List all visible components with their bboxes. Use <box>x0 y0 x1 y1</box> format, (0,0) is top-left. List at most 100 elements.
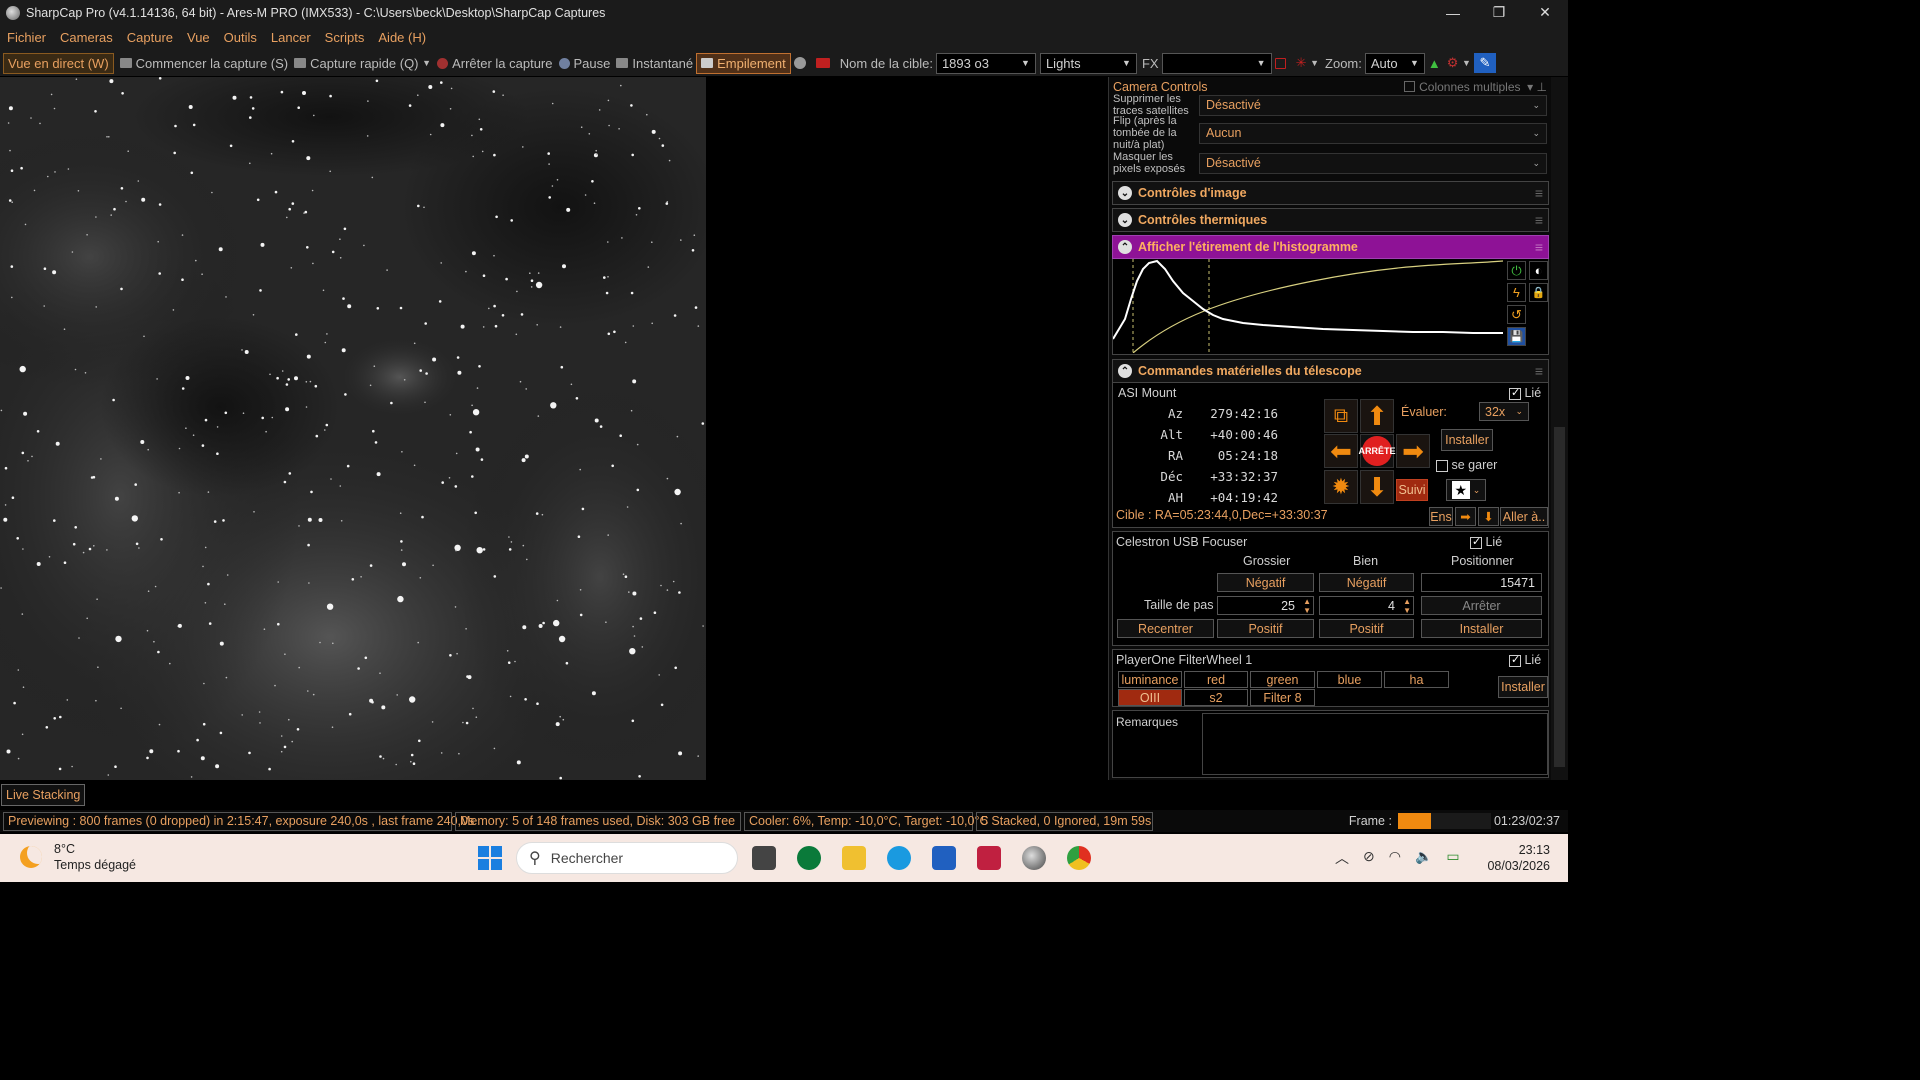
north-button[interactable]: ⬆ <box>1360 399 1394 433</box>
mount-install-button[interactable]: Installer <box>1441 429 1493 451</box>
image-viewer[interactable] <box>0 77 706 780</box>
filter-8[interactable]: Filter 8 <box>1250 689 1315 706</box>
start-capture-button[interactable]: Commencer la capture (S) <box>117 56 291 71</box>
taskbar-search[interactable]: ⚲ Rechercher <box>516 842 738 874</box>
filter-red[interactable]: red <box>1184 671 1248 688</box>
quick-capture-button[interactable]: Capture rapide (Q) ▼ <box>291 56 434 71</box>
satellite-trails-select[interactable]: Désactivé ⌄ <box>1199 94 1547 116</box>
menu-scripts[interactable]: Scripts <box>318 30 372 45</box>
south-button[interactable]: ⬇ <box>1360 470 1394 504</box>
park-toggle[interactable]: se garer <box>1436 458 1497 472</box>
telescope-section[interactable]: ⌃ Commandes matérielles du télescope ≡ <box>1112 359 1549 383</box>
snapshot-button[interactable]: Instantané <box>613 56 696 71</box>
target-name-combo[interactable]: 1893 o3 ▼ <box>935 52 1036 74</box>
stacking-button[interactable]: Empilement <box>696 52 791 74</box>
focuser-install-button[interactable]: Installer <box>1421 619 1542 638</box>
minimize-button[interactable]: — <box>1430 0 1476 25</box>
set-target-button[interactable]: Ens <box>1429 507 1453 526</box>
coarse-step-input[interactable]: 25 ▲ ▼ <box>1217 596 1314 615</box>
filter-green[interactable]: green <box>1250 671 1315 688</box>
mount-linked[interactable]: Lié <box>1509 386 1541 400</box>
park-position-button[interactable]: ⧉ <box>1324 399 1358 433</box>
coarse-negative-button[interactable]: Négatif <box>1217 573 1314 592</box>
fine-negative-button[interactable]: Négatif <box>1319 573 1414 592</box>
menu-icon[interactable]: ≡ <box>1535 239 1543 255</box>
store-icon[interactable] <box>932 846 956 870</box>
position-field[interactable]: 15471 <box>1421 573 1542 592</box>
histogram-section[interactable]: ⌃ Afficher l'étirement de l'histogramme … <box>1112 235 1549 259</box>
maximize-button[interactable]: ❐ <box>1476 0 1522 25</box>
filter-s2[interactable]: s2 <box>1184 689 1248 706</box>
filter-oiii-selected[interactable]: OIII <box>1118 689 1182 706</box>
contrast-icon[interactable]: ◐ <box>1529 261 1548 280</box>
west-button[interactable]: ⬅ <box>1324 434 1358 468</box>
focus-assist-button[interactable]: ▲ <box>1425 56 1444 71</box>
focuser-stop-button[interactable]: Arrêter <box>1421 596 1542 615</box>
menu-icon[interactable]: ≡ <box>1535 212 1543 228</box>
sharpcap-taskbar-icon[interactable] <box>1022 846 1046 870</box>
arrow-down-button[interactable]: ⬇ <box>1478 507 1499 526</box>
filter-ha[interactable]: ha <box>1384 671 1449 688</box>
tracking-button[interactable]: Suivi <box>1396 479 1428 501</box>
crosshair-button[interactable]: ✳ ▼ <box>1293 55 1322 71</box>
edge-icon[interactable] <box>887 846 911 870</box>
reticle-button[interactable] <box>1272 57 1293 69</box>
flip-select[interactable]: Aucun ⌄ <box>1199 122 1547 144</box>
notes-textarea[interactable] <box>1202 713 1548 775</box>
network-off-icon[interactable]: ⊘ <box>1363 848 1375 868</box>
thermal-controls-section[interactable]: ⌄ Contrôles thermiques ≡ <box>1112 208 1549 232</box>
spinner-icon[interactable]: ▲ ▼ <box>1303 597 1311 615</box>
live-stacking-tab[interactable]: Live Stacking <box>1 784 86 806</box>
scroll-thumb[interactable] <box>1554 427 1565 767</box>
live-view-button[interactable]: Vue en direct (W) <box>3 52 114 74</box>
lock-icon[interactable]: 🔒 <box>1529 283 1548 302</box>
goto-button[interactable]: Aller à.. <box>1500 507 1548 526</box>
menu-cameras[interactable]: Cameras <box>53 30 120 45</box>
stop-mount-button[interactable]: ARRÊTE <box>1359 434 1396 468</box>
panel-scrollbar[interactable] <box>1551 77 1568 780</box>
zoom-select[interactable]: Auto ▼ <box>1364 52 1425 74</box>
multi-columns-toggle[interactable]: Colonnes multiples ▾ ⊥ <box>1404 80 1547 94</box>
weather-widget[interactable]: 8°C Temps dégagé <box>20 841 136 873</box>
menu-fichier[interactable]: Fichier <box>0 30 53 45</box>
start-button[interactable] <box>478 846 502 870</box>
chevron-up-icon[interactable]: ︿ <box>1335 848 1349 868</box>
frame-type-select[interactable]: Lights ▼ <box>1039 52 1137 74</box>
wifi-icon[interactable]: ◠ <box>1389 848 1401 868</box>
image-controls-section[interactable]: ⌄ Contrôles d'image ≡ <box>1112 181 1549 205</box>
app-red-icon[interactable] <box>977 846 1001 870</box>
menu-outils[interactable]: Outils <box>217 30 264 45</box>
filterwheel-linked[interactable]: Lié <box>1509 653 1541 667</box>
fx-select[interactable]: ▼ <box>1161 52 1272 74</box>
file-explorer-icon[interactable] <box>842 846 866 870</box>
spinner-icon[interactable]: ▲ ▼ <box>1403 597 1411 615</box>
taskbar-clock[interactable]: 23:13 08/03/2026 <box>1487 842 1550 874</box>
east-button[interactable]: ➡ <box>1396 434 1430 468</box>
menu-vue[interactable]: Vue <box>180 30 217 45</box>
filter-luminance[interactable]: luminance <box>1118 671 1182 688</box>
chevron-down-icon[interactable]: ▼ <box>422 58 431 68</box>
app-green-icon[interactable] <box>797 846 821 870</box>
dark-frame-button[interactable] <box>791 57 813 69</box>
filter-blue[interactable]: blue <box>1317 671 1382 688</box>
task-view-icon[interactable] <box>752 846 776 870</box>
menu-icon[interactable]: ≡ <box>1535 363 1543 379</box>
close-button[interactable]: ✕ <box>1522 0 1568 25</box>
brush-button[interactable]: ✎ <box>1473 53 1496 73</box>
save-icon[interactable]: 💾 <box>1507 327 1526 346</box>
filterwheel-install-button[interactable]: Installer <box>1498 676 1548 698</box>
menu-aide[interactable]: Aide (H) <box>371 30 433 45</box>
pause-button[interactable]: Pause <box>556 56 614 71</box>
histogram-button[interactable] <box>813 58 837 68</box>
volume-icon[interactable]: 🔈 <box>1415 848 1432 868</box>
chrome-icon[interactable] <box>1067 846 1091 870</box>
arrow-right-button[interactable]: ➡ <box>1455 507 1476 526</box>
coarse-positive-button[interactable]: Positif <box>1217 619 1314 638</box>
stop-capture-button[interactable]: Arrêter la capture <box>434 56 555 71</box>
hot-pixels-select[interactable]: Désactivé ⌄ <box>1199 152 1547 174</box>
menu-icon[interactable]: ≡ <box>1535 185 1543 201</box>
focuser-linked[interactable]: Lié <box>1470 535 1502 549</box>
lightning-icon[interactable]: ϟ <box>1507 283 1526 302</box>
power-icon[interactable]: ⏻ <box>1507 261 1526 280</box>
reset-icon[interactable]: ↺ <box>1507 305 1526 324</box>
